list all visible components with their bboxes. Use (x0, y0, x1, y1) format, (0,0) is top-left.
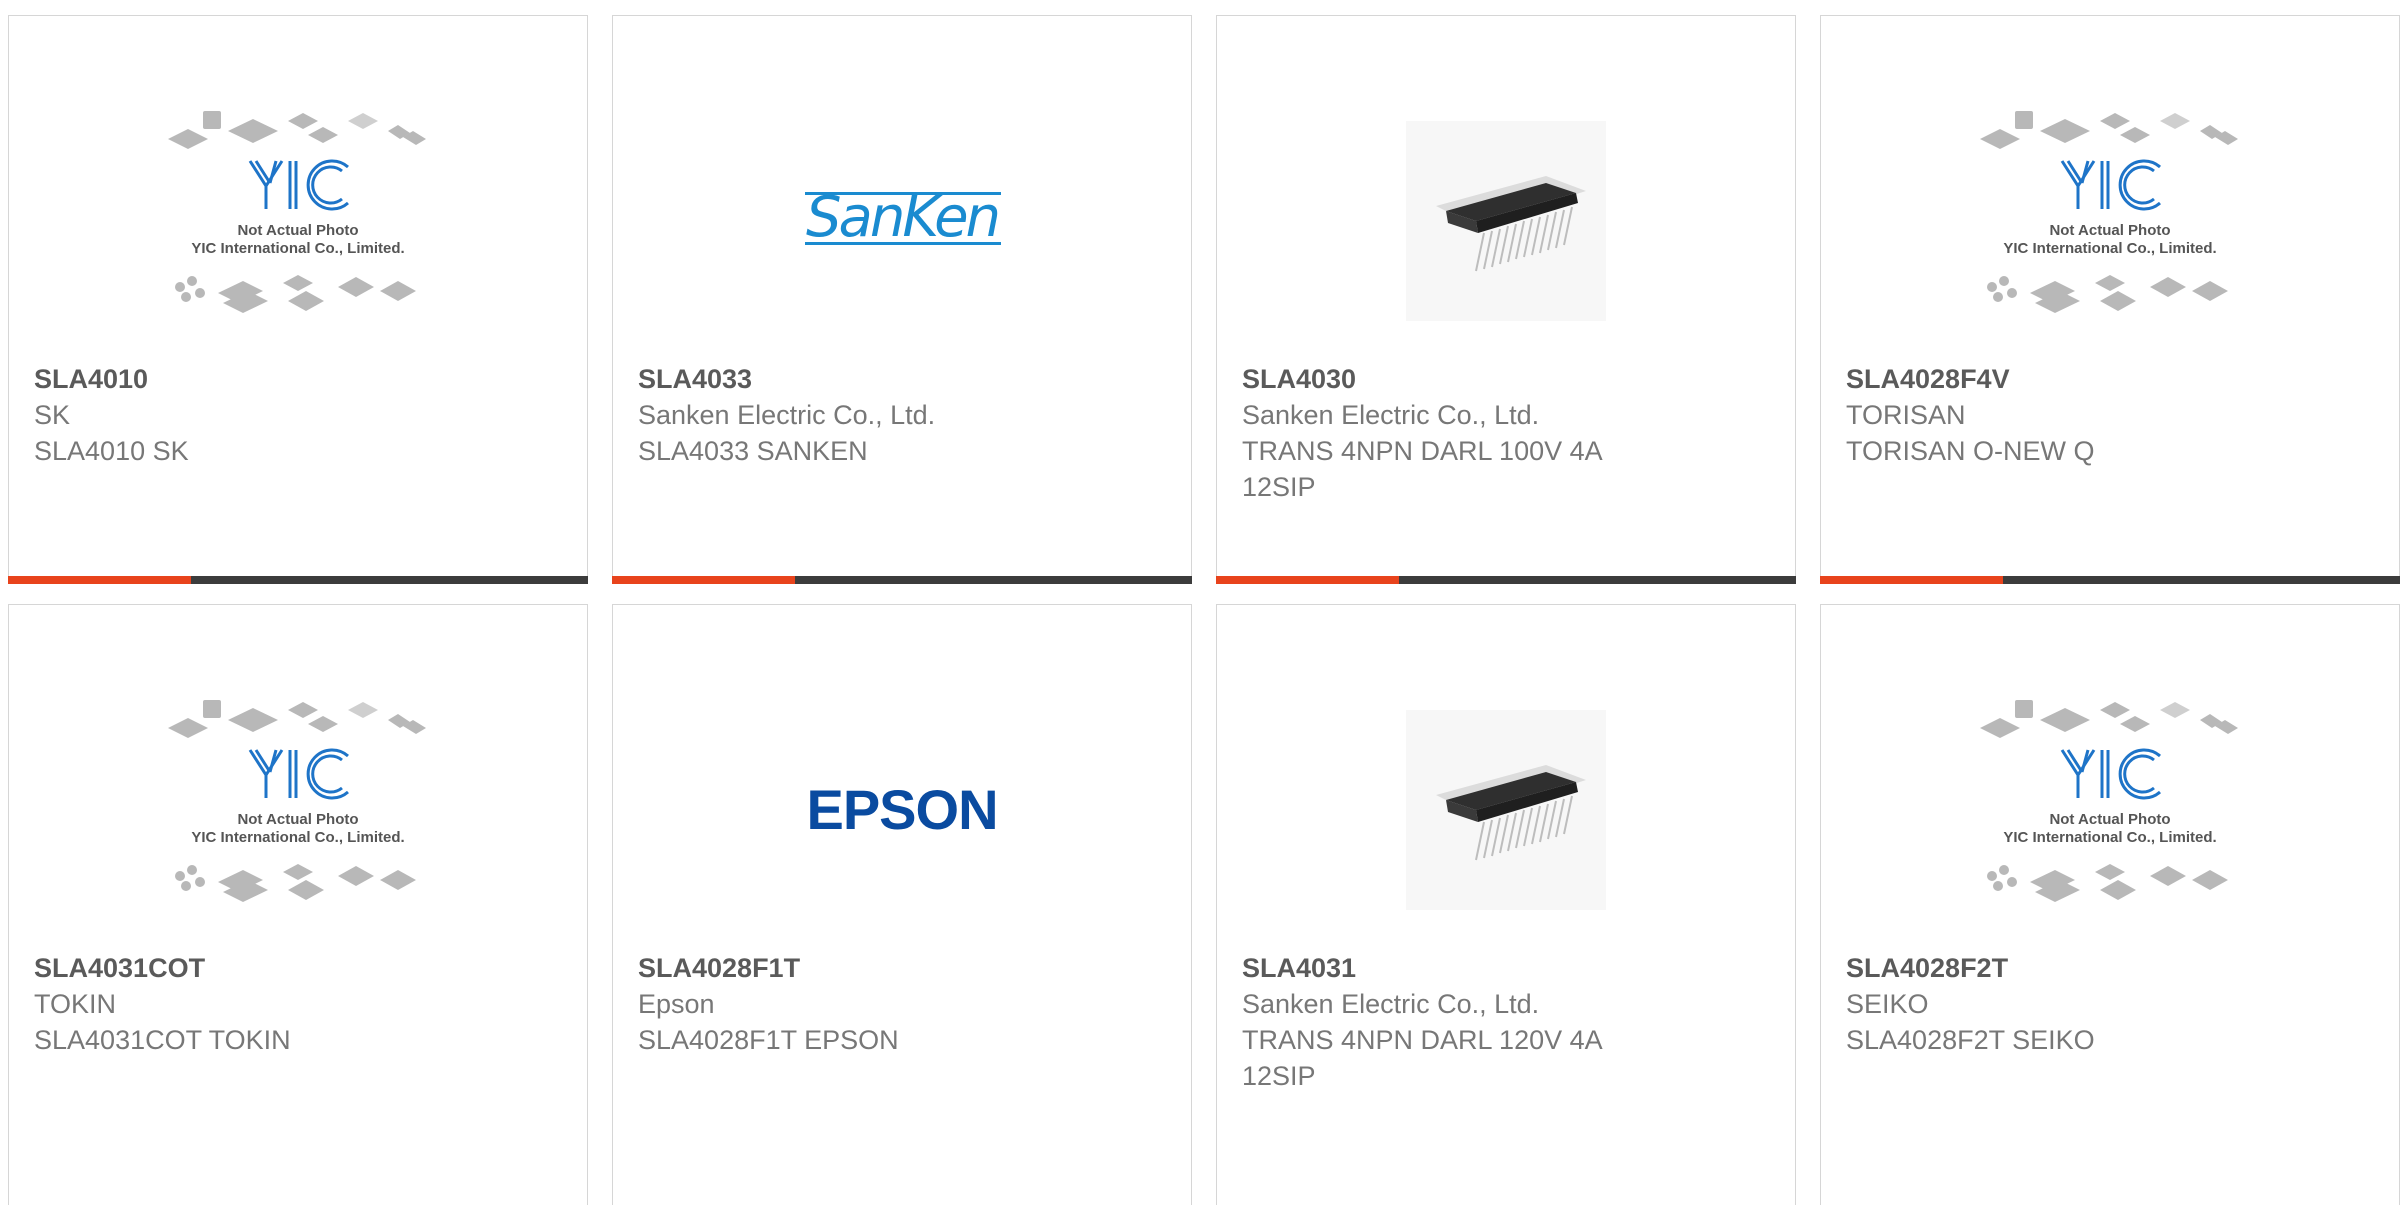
part-number[interactable]: SLA4028F4V (1846, 361, 2374, 397)
description: SLA4031COT TOKIN (34, 1025, 291, 1055)
manufacturer: SEIKO (1846, 989, 1929, 1019)
description: SLA4028F1T EPSON (638, 1025, 899, 1055)
card-bottom-bar (612, 576, 1192, 584)
manufacturer: TOKIN (34, 989, 117, 1019)
manufacturer: SK (34, 400, 71, 430)
sanken-logo-text: SanKen (806, 186, 998, 250)
placeholder-text-1: Not Actual Photo (237, 222, 358, 239)
part-number[interactable]: SLA4028F2T (1846, 950, 2374, 986)
manufacturer: Epson (638, 989, 715, 1019)
placeholder-text-2: YIC International Co., Limited. (191, 829, 404, 846)
product-image-placeholder[interactable]: Not Actual Photo YIC International Co., … (34, 76, 562, 366)
manufacturer: Sanken Electric Co., Ltd. (1242, 989, 1540, 1019)
product-image-placeholder[interactable]: Not Actual Photo YIC International Co., … (34, 665, 562, 955)
card-accent-bar (1820, 576, 2003, 584)
part-number[interactable]: SLA4028F1T (638, 950, 1166, 986)
placeholder-text-2: YIC International Co., Limited. (2003, 829, 2216, 846)
yic-placeholder-icon: Not Actual Photo YIC International Co., … (1980, 111, 2238, 313)
product-card[interactable]: SanKen SLA4033 Sanken Electric Co., Ltd.… (612, 15, 1192, 584)
placeholder-text-2: YIC International Co., Limited. (2003, 240, 2216, 257)
sip-chip-icon (1406, 121, 1606, 321)
placeholder-text-2: YIC International Co., Limited. (191, 240, 404, 257)
card-accent-bar (612, 576, 795, 584)
product-grid: Not Actual Photo YIC International Co., … (8, 15, 2400, 1205)
epson-logo-text: EPSON (806, 778, 997, 841)
part-number[interactable]: SLA4010 (34, 361, 562, 397)
card-bottom-bar (1216, 576, 1796, 584)
placeholder-text-1: Not Actual Photo (2049, 811, 2170, 828)
description: SLA4033 SANKEN (638, 436, 868, 466)
manufacturer: Sanken Electric Co., Ltd. (638, 400, 936, 430)
part-number[interactable]: SLA4031COT (34, 950, 562, 986)
description: TRANS 4NPN DARL 120V 4A 12SIP (1242, 1025, 1602, 1091)
product-image-placeholder[interactable]: Not Actual Photo YIC International Co., … (1846, 665, 2374, 955)
placeholder-text-1: Not Actual Photo (237, 811, 358, 828)
part-number[interactable]: SLA4031 (1242, 950, 1770, 986)
product-photo[interactable] (1242, 76, 1770, 366)
description: SLA4010 SK (34, 436, 189, 466)
part-number[interactable]: SLA4030 (1242, 361, 1770, 397)
placeholder-text-1: Not Actual Photo (2049, 222, 2170, 239)
epson-logo-icon: EPSON (806, 778, 998, 841)
product-photo[interactable] (1242, 665, 1770, 955)
manufacturer: Sanken Electric Co., Ltd. (1242, 400, 1540, 430)
card-accent-bar (8, 576, 191, 584)
card-accent-bar (1216, 576, 1399, 584)
yic-placeholder-icon: Not Actual Photo YIC International Co., … (1980, 700, 2238, 902)
product-card[interactable]: Not Actual Photo YIC International Co., … (1820, 604, 2400, 1205)
product-card[interactable]: Not Actual Photo YIC International Co., … (1820, 15, 2400, 584)
product-card[interactable]: SLA4031 Sanken Electric Co., Ltd. TRANS … (1216, 604, 1796, 1205)
product-card[interactable]: Not Actual Photo YIC International Co., … (8, 604, 588, 1205)
product-card[interactable]: EPSON SLA4028F1T Epson SLA4028F1T EPSON (612, 604, 1192, 1205)
description: SLA4028F2T SEIKO (1846, 1025, 2095, 1055)
part-number[interactable]: SLA4033 (638, 361, 1166, 397)
product-card[interactable]: SLA4030 Sanken Electric Co., Ltd. TRANS … (1216, 15, 1796, 584)
manufacturer-logo[interactable]: EPSON (638, 665, 1166, 955)
manufacturer: TORISAN (1846, 400, 1966, 430)
card-bottom-bar (1820, 576, 2400, 584)
yic-placeholder-icon: Not Actual Photo YIC International Co., … (168, 111, 426, 313)
card-bottom-bar (8, 576, 588, 584)
description: TORISAN O-NEW Q (1846, 436, 2095, 466)
yic-placeholder-icon: Not Actual Photo YIC International Co., … (168, 700, 426, 902)
manufacturer-logo[interactable]: SanKen (638, 76, 1166, 366)
sanken-logo-icon: SanKen (805, 186, 1001, 250)
description: TRANS 4NPN DARL 100V 4A 12SIP (1242, 436, 1602, 502)
product-image-placeholder[interactable]: Not Actual Photo YIC International Co., … (1846, 76, 2374, 366)
product-card[interactable]: Not Actual Photo YIC International Co., … (8, 15, 588, 584)
sip-chip-icon (1406, 710, 1606, 910)
